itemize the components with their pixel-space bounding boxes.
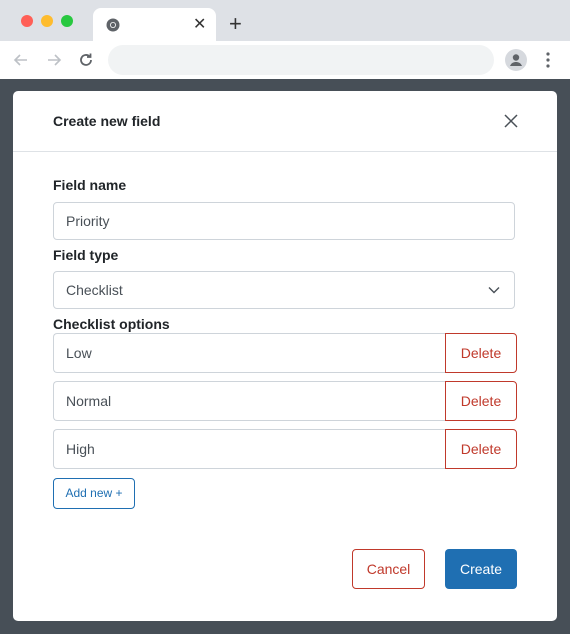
browser-chrome: ✕ + — [0, 0, 570, 79]
reload-icon[interactable] — [77, 51, 95, 69]
add-new-option-button[interactable]: Add new + — [53, 478, 135, 509]
checklist-options-label: Checklist options — [53, 316, 170, 332]
delete-option-button[interactable]: Delete — [445, 381, 517, 421]
checklist-option-input[interactable]: Low — [53, 333, 446, 373]
field-name-label: Field name — [53, 177, 127, 193]
kebab-menu-icon[interactable] — [543, 51, 553, 69]
profile-icon[interactable] — [505, 49, 527, 71]
window-close-dot[interactable] — [21, 15, 33, 27]
create-field-modal: Create new field Field name Priority Fie… — [13, 91, 557, 621]
modal-header: Create new field — [13, 91, 557, 152]
window-maximize-dot[interactable] — [61, 15, 73, 27]
field-name-input[interactable]: Priority — [53, 202, 515, 240]
delete-option-button[interactable]: Delete — [445, 333, 517, 373]
new-tab-button[interactable]: + — [229, 13, 242, 35]
forward-arrow-icon[interactable] — [45, 51, 63, 69]
cancel-button[interactable]: Cancel — [352, 549, 425, 589]
browser-tab[interactable]: ✕ — [93, 8, 216, 42]
chrome-favicon-icon — [106, 18, 120, 32]
delete-option-button[interactable]: Delete — [445, 429, 517, 469]
browser-toolbar — [0, 41, 570, 79]
tab-strip: ✕ + — [0, 0, 570, 42]
checklist-option-input[interactable]: High — [53, 429, 446, 469]
address-bar[interactable] — [108, 45, 494, 75]
back-arrow-icon[interactable] — [12, 51, 30, 69]
create-button[interactable]: Create — [445, 549, 517, 589]
field-type-select[interactable]: Checklist — [53, 271, 515, 309]
checklist-option-input[interactable]: Normal — [53, 381, 446, 421]
modal-title: Create new field — [53, 113, 161, 129]
field-type-label: Field type — [53, 247, 119, 263]
field-type-value: Checklist — [66, 282, 123, 298]
chevron-down-icon — [488, 287, 500, 294]
tab-close-icon[interactable]: ✕ — [193, 15, 206, 35]
window-minimize-dot[interactable] — [41, 15, 53, 27]
close-icon[interactable] — [503, 113, 519, 129]
